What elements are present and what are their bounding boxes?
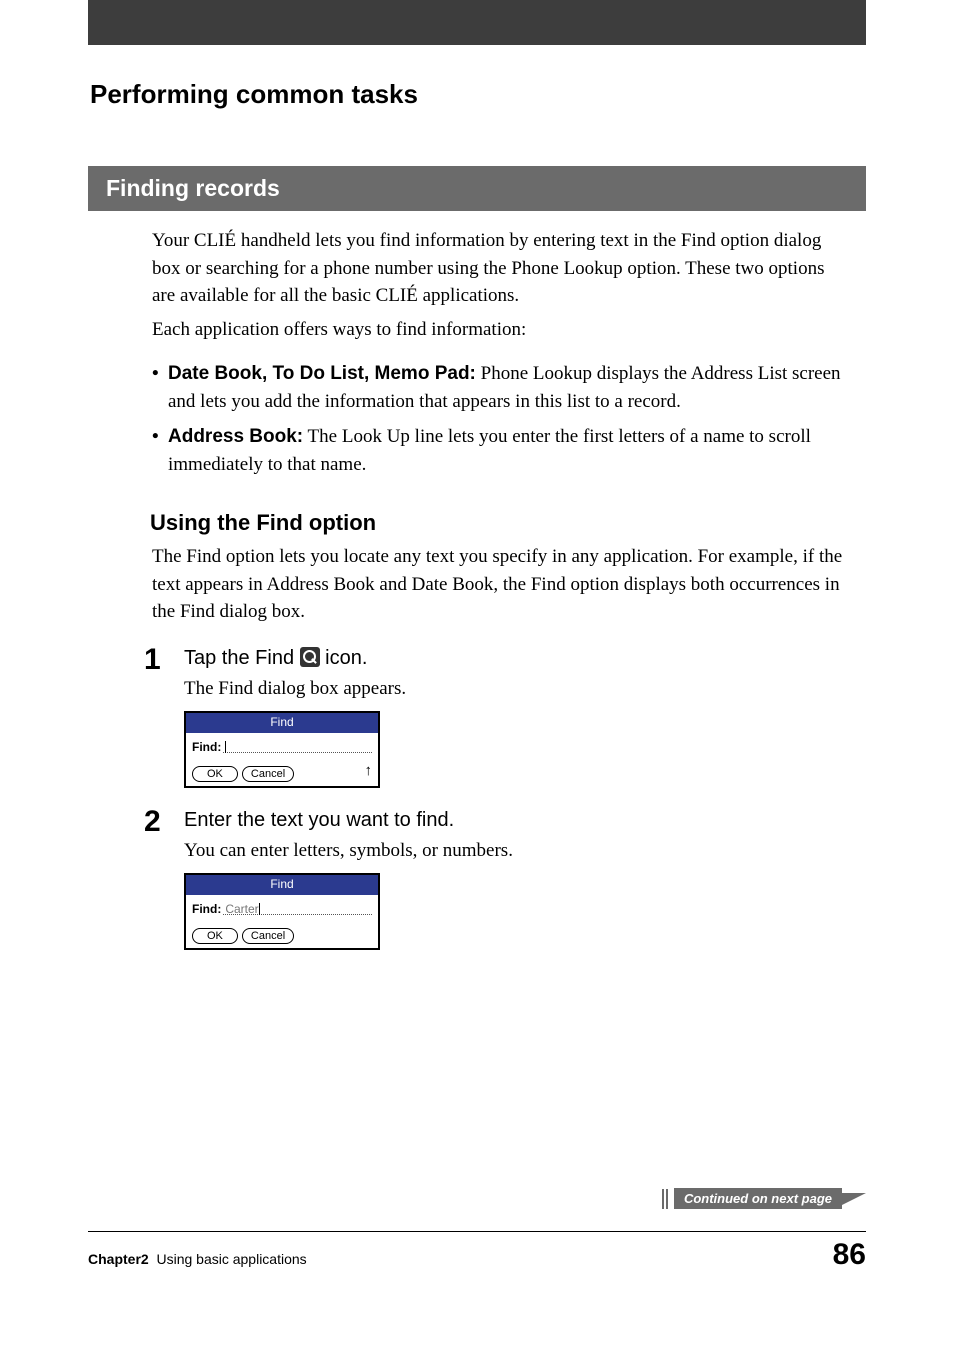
chapter-text: Using basic applications: [156, 1251, 306, 1267]
dialog-buttons: OK Cancel: [192, 766, 372, 782]
find-icon: [300, 647, 320, 667]
intro-p2: Each application offers ways to find inf…: [88, 316, 866, 344]
ok-button[interactable]: OK: [192, 928, 238, 944]
intro-p1: Your CLIÉ handheld lets you find informa…: [88, 227, 866, 310]
dialog-body: Find: Carter OK Cancel: [186, 895, 378, 949]
sub-heading: Using the Find option: [150, 507, 866, 539]
content-area: Your CLIÉ handheld lets you find informa…: [88, 211, 866, 950]
find-dialog: Find Find: Carter OK Cancel: [184, 873, 380, 950]
cursor-icon: [225, 741, 226, 753]
step-title-pre: Tap the Find: [184, 647, 300, 669]
step-number: 1: [144, 638, 161, 682]
continued-indicator: Continued on next page: [662, 1188, 866, 1209]
cursor-icon: [259, 903, 260, 915]
step-title: Tap the Find icon.: [184, 644, 866, 673]
find-field-row: Find: Carter: [192, 901, 372, 919]
find-dialog: Find Find: OK Cancel ↑: [184, 711, 380, 788]
bullet-lead: Date Book, To Do List, Memo Pad:: [168, 363, 476, 384]
find-label: Find:: [192, 739, 221, 757]
continued-label: Continued on next page: [674, 1188, 842, 1209]
dialog-body: Find: OK Cancel ↑: [186, 733, 378, 787]
find-input[interactable]: [223, 739, 372, 753]
bullet-lead: Address Book:: [168, 426, 303, 447]
cancel-button[interactable]: Cancel: [242, 928, 294, 944]
step-1: 1 Tap the Find icon. The Find dialog box…: [88, 644, 866, 788]
step-2: 2 Enter the text you want to find. You c…: [88, 806, 866, 950]
dialog-buttons: OK Cancel: [192, 928, 372, 944]
step-title: Enter the text you want to find.: [184, 806, 866, 835]
stripe-icon: [662, 1189, 668, 1209]
bullet-list: Date Book, To Do List, Memo Pad: Phone L…: [88, 350, 866, 479]
up-arrow-icon[interactable]: ↑: [365, 760, 373, 782]
sub-intro: The Find option lets you locate any text…: [88, 543, 866, 626]
page-number: 86: [833, 1238, 866, 1272]
header-bar: [88, 0, 866, 45]
cancel-button[interactable]: Cancel: [242, 766, 294, 782]
step-number: 2: [144, 800, 161, 844]
chapter-info: Chapter2 Using basic applications: [88, 1251, 307, 1267]
find-label: Find:: [192, 901, 221, 919]
ok-button[interactable]: OK: [192, 766, 238, 782]
dialog-title: Find: [186, 875, 378, 895]
bullet-item: Date Book, To Do List, Memo Pad: Phone L…: [152, 360, 852, 415]
footer-rule: [88, 1231, 866, 1232]
page-title: Performing common tasks: [90, 79, 954, 110]
step-desc: You can enter letters, symbols, or numbe…: [184, 837, 866, 865]
chapter-label: Chapter2: [88, 1251, 149, 1267]
intro-block: Your CLIÉ handheld lets you find informa…: [88, 227, 866, 344]
find-field-row: Find:: [192, 739, 372, 757]
step-desc: The Find dialog box appears.: [184, 675, 866, 703]
bullet-item: Address Book: The Look Up line lets you …: [152, 423, 852, 478]
find-input[interactable]: Carter: [223, 901, 372, 915]
arrow-right-icon: [842, 1193, 866, 1205]
dialog-title: Find: [186, 713, 378, 733]
footer: Chapter2 Using basic applications 86: [88, 1238, 866, 1272]
step-title-post: icon.: [320, 647, 368, 669]
find-input-value: Carter: [225, 902, 258, 916]
section-heading: Finding records: [88, 166, 866, 211]
